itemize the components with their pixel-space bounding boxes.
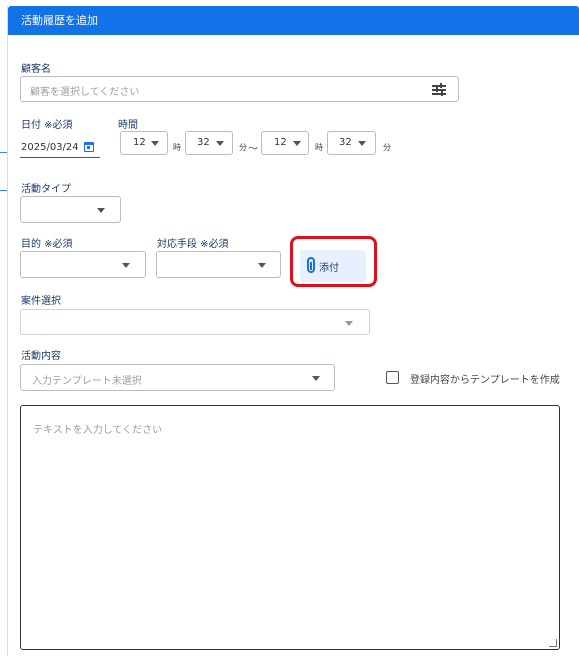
minute-unit: 分: [383, 143, 391, 152]
attach-highlight-box: [290, 236, 377, 287]
date-field-underline: [20, 157, 100, 158]
end-hour-value: 12: [274, 137, 287, 148]
purpose-select[interactable]: [20, 251, 146, 278]
minute-unit: 分: [239, 143, 247, 152]
date-value[interactable]: 2025/03/24: [21, 142, 79, 153]
method-select[interactable]: [156, 251, 281, 278]
start-hour-select[interactable]: 12: [120, 131, 168, 155]
time-range-separator: ～: [248, 144, 258, 155]
hour-unit: 時: [173, 143, 181, 152]
start-minute-select[interactable]: 32: [185, 131, 233, 155]
customer-placeholder: 顧客を選択してください: [30, 87, 140, 98]
template-placeholder: 入力テンプレート未選択: [32, 376, 142, 387]
customer-label: 顧客名: [21, 64, 51, 75]
end-minute-value: 32: [339, 137, 352, 148]
tune-sliders-icon[interactable]: [432, 83, 446, 96]
content-label: 活動内容: [21, 351, 61, 362]
end-hour-select[interactable]: 12: [261, 131, 309, 155]
purpose-label: 目的 ※必須: [21, 239, 73, 250]
case-select[interactable]: [20, 309, 370, 335]
hour-unit: 時: [315, 143, 323, 152]
calendar-icon[interactable]: [84, 142, 94, 152]
content-textarea-placeholder: テキストを入力してください: [33, 425, 163, 436]
chevron-down-icon: [312, 376, 320, 381]
chevron-down-icon: [358, 141, 366, 146]
chevron-down-icon: [216, 141, 224, 146]
dialog-title: 活動履歴を追加: [8, 6, 579, 35]
create-template-label[interactable]: 登録内容からテンプレートを作成: [410, 371, 560, 386]
resize-handle-icon[interactable]: [549, 639, 557, 647]
chevron-down-icon: [345, 321, 353, 326]
case-label: 案件選択: [21, 296, 61, 307]
create-template-checkbox[interactable]: [386, 371, 399, 384]
end-minute-select[interactable]: 32: [327, 131, 376, 155]
chevron-down-icon: [151, 141, 159, 146]
chevron-down-icon: [122, 263, 130, 268]
chevron-down-icon: [258, 263, 266, 268]
date-label: 日付 ※必須: [21, 120, 73, 131]
start-minute-value: 32: [197, 137, 210, 148]
activity-type-label: 活動タイプ: [21, 184, 71, 195]
customer-select[interactable]: 顧客を選択してください: [20, 76, 459, 102]
activity-type-select[interactable]: [20, 196, 121, 223]
template-select[interactable]: 入力テンプレート未選択: [20, 364, 335, 391]
start-hour-value: 12: [133, 137, 146, 148]
method-label: 対応手段 ※必須: [157, 239, 229, 250]
chevron-down-icon: [293, 141, 301, 146]
content-textarea[interactable]: テキストを入力してください: [20, 405, 560, 650]
chevron-down-icon: [97, 208, 105, 213]
time-label: 時間: [118, 120, 138, 131]
